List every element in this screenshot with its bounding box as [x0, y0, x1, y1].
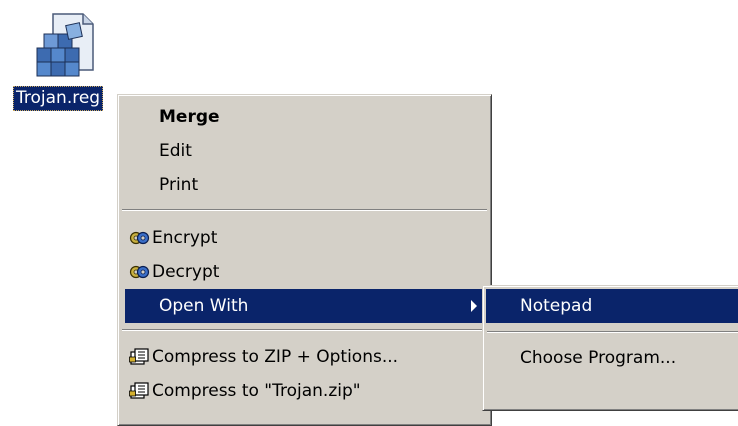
- menu-item-merge[interactable]: Merge: [125, 100, 485, 134]
- submenu-arrow-icon: [471, 300, 477, 312]
- menu-item-label: Edit: [159, 141, 192, 161]
- menu-separator: [122, 209, 487, 211]
- encryption-keys-icon: [129, 265, 150, 279]
- submenu-separator: [487, 331, 738, 333]
- submenu-item-choose-program[interactable]: Choose Program...: [486, 341, 738, 375]
- menu-item-label: Print: [159, 175, 199, 195]
- menu-item-compress-options[interactable]: Compress to ZIP + Options...: [125, 340, 485, 374]
- menu-separator: [122, 329, 487, 331]
- menu-item-label: Decrypt: [152, 262, 220, 282]
- menu-item-compress-zip[interactable]: Compress to "Trojan.zip": [125, 374, 485, 408]
- menu-item-label: Open With: [159, 296, 249, 316]
- zip-archive-icon: [129, 348, 149, 365]
- registry-file-icon[interactable]: [31, 10, 105, 82]
- open-with-submenu: Notepad Choose Program...: [482, 285, 738, 411]
- menu-item-print[interactable]: Print: [125, 168, 485, 202]
- menu-item-label: Compress to ZIP + Options...: [152, 347, 399, 367]
- submenu-item-label: Choose Program...: [520, 348, 677, 368]
- file-name-label[interactable]: Trojan.reg: [13, 86, 104, 111]
- menu-item-open-with[interactable]: Open With: [125, 289, 485, 323]
- menu-item-decrypt[interactable]: Decrypt: [125, 255, 485, 289]
- menu-item-label: Compress to "Trojan.zip": [152, 381, 361, 401]
- zip-archive-icon: [129, 382, 149, 399]
- menu-item-label: Encrypt: [152, 228, 218, 248]
- menu-item-edit[interactable]: Edit: [125, 134, 485, 168]
- menu-item-label: Merge: [159, 107, 220, 127]
- context-menu: Merge Edit Print Encrypt Decrypt Open Wi…: [117, 94, 492, 426]
- menu-item-encrypt[interactable]: Encrypt: [125, 221, 485, 255]
- encryption-keys-icon: [129, 231, 150, 245]
- submenu-item-notepad[interactable]: Notepad: [486, 289, 738, 323]
- submenu-item-label: Notepad: [520, 296, 593, 316]
